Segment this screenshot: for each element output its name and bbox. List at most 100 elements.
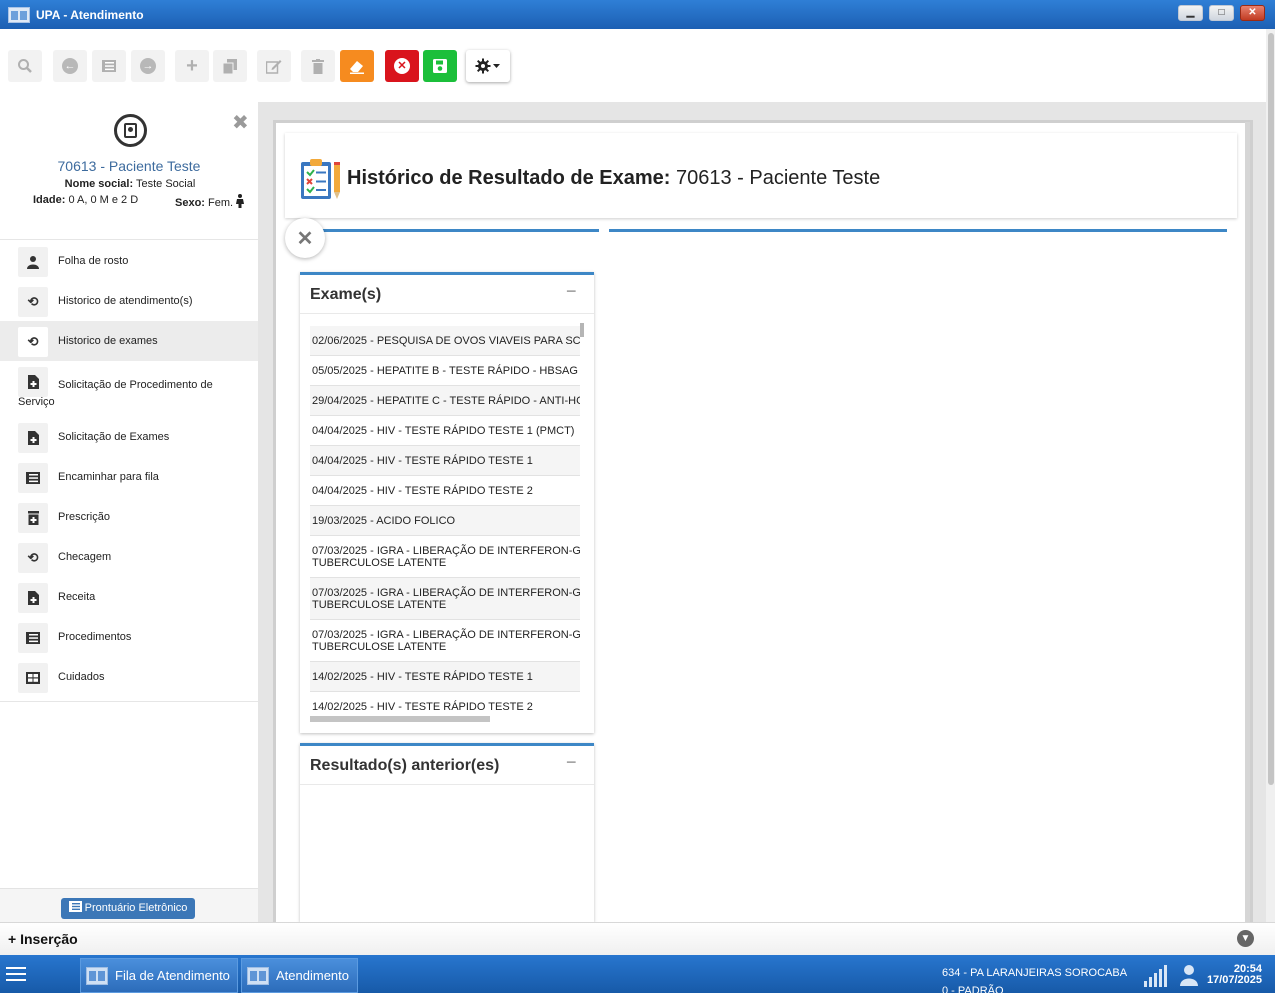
save-button[interactable]: [423, 50, 457, 82]
list-icon: [102, 60, 116, 72]
insertion-bar: + Inserção ▼: [0, 922, 1275, 955]
search-button[interactable]: [8, 50, 42, 82]
file-plus-icon: [18, 367, 48, 397]
list-item[interactable]: 02/06/2025 - PESQUISA DE OVOS VIAVEIS PA…: [310, 326, 580, 356]
list-item[interactable]: 29/04/2025 - HEPATITE C - TESTE RÁPIDO -…: [310, 386, 580, 416]
close-window-button[interactable]: ✕: [1240, 5, 1265, 21]
plus-icon: +: [8, 931, 17, 947]
list-icon: [18, 463, 48, 493]
file-plus-icon: [18, 583, 48, 613]
chevron-down-icon[interactable]: ▼: [1237, 930, 1254, 947]
edit-button[interactable]: [257, 50, 291, 82]
user-icon[interactable]: [1180, 964, 1198, 986]
previous-button[interactable]: ←: [53, 50, 87, 82]
list-item[interactable]: 07/03/2025 - IGRA - LIBERAÇÃO DE INTERFE…: [310, 578, 580, 620]
exam-list[interactable]: 02/06/2025 - PESQUISA DE OVOS VIAVEIS PA…: [310, 326, 580, 716]
window-icon: [86, 966, 108, 985]
patient-sex: Sexo: Fem.: [175, 194, 245, 209]
maximize-button[interactable]: □: [1209, 5, 1234, 21]
sidebar-item-solicitacao-procedimento[interactable]: Solicitação de Procedimento de Serviço: [0, 361, 258, 417]
sidebar-item-receita[interactable]: Receita: [0, 577, 258, 617]
app-icon: [8, 6, 30, 23]
frame-scrollbar[interactable]: [1245, 122, 1250, 922]
clipboard-checklist-icon: [301, 159, 340, 199]
sidebar-menu: Folha de rosto ⟲ Historico de atendiment…: [0, 241, 258, 697]
list-item[interactable]: 07/03/2025 - IGRA - LIBERAÇÃO DE INTERFE…: [310, 620, 580, 662]
sidebar-item-historico-atendimentos[interactable]: ⟲ Historico de atendimento(s): [0, 281, 258, 321]
task-atendimento[interactable]: Atendimento: [241, 958, 358, 993]
close-icon: ✕: [296, 227, 314, 250]
eraser-icon: [350, 60, 364, 74]
close-panel-button[interactable]: ✕: [285, 218, 325, 258]
delete-button[interactable]: [301, 50, 335, 82]
list-button[interactable]: [92, 50, 126, 82]
list-item[interactable]: 05/05/2025 - HEPATITE B - TESTE RÁPIDO -…: [310, 356, 580, 386]
sidebar-item-folha-de-rosto[interactable]: Folha de rosto: [0, 241, 258, 281]
clear-button[interactable]: [340, 50, 374, 82]
sidebar: ✖ 70613 - Paciente Teste Nome social: Te…: [0, 102, 258, 922]
arrow-left-icon: ←: [62, 58, 78, 74]
settings-button[interactable]: [466, 50, 510, 82]
window-titlebar: UPA - Atendimento ▁ □ ✕: [0, 0, 1275, 29]
previous-results-box: Resultado(s) anterior(es) −: [300, 743, 594, 922]
list-item[interactable]: 04/04/2025 - HIV - TESTE RÁPIDO TESTE 1 …: [310, 416, 580, 446]
next-button[interactable]: →: [131, 50, 165, 82]
list-item[interactable]: 07/03/2025 - IGRA - LIBERAÇÃO DE INTERFE…: [310, 536, 580, 578]
exams-box: Exame(s) − 02/06/2025 - PESQUISA DE OVOS…: [300, 272, 594, 733]
page-scrollbar-thumb[interactable]: [1268, 33, 1274, 785]
window-icon: [247, 966, 269, 985]
female-icon: [236, 194, 245, 208]
hamburger-menu-icon[interactable]: [6, 967, 26, 985]
list-item[interactable]: 14/02/2025 - HIV - TESTE RÁPIDO TESTE 1: [310, 662, 580, 692]
list-item[interactable]: 19/03/2025 - ACIDO FOLICO: [310, 506, 580, 536]
sidebar-item-historico-exames[interactable]: ⟲ Historico de exames: [0, 321, 258, 361]
table-icon: [18, 663, 48, 693]
signal-icon: [1144, 965, 1167, 987]
cancel-button[interactable]: ✕: [385, 50, 419, 82]
collapse-exams-icon[interactable]: −: [566, 281, 577, 302]
list-item[interactable]: 04/04/2025 - HIV - TESTE RÁPIDO TESTE 2: [310, 476, 580, 506]
close-sidebar-icon[interactable]: ✖: [232, 110, 249, 135]
patient-name: 70613 - Paciente Teste: [57, 158, 201, 174]
copy-icon: [223, 58, 237, 74]
plus-icon: +: [186, 54, 198, 77]
history-icon: ⟲: [18, 287, 48, 317]
task-fila-atendimento[interactable]: Fila de Atendimento: [80, 958, 238, 993]
list-item[interactable]: 04/04/2025 - HIV - TESTE RÁPIDO TESTE 1: [310, 446, 580, 476]
previous-results-title: Resultado(s) anterior(es): [310, 757, 500, 774]
cancel-icon: ✕: [394, 58, 410, 74]
page-header: Histórico de Resultado de Exame: 70613 -…: [285, 133, 1237, 218]
arrow-right-icon: →: [140, 58, 156, 74]
add-button[interactable]: +: [175, 50, 209, 82]
toolbar: ← → + ✕: [0, 29, 1275, 102]
list-icon: [68, 901, 82, 912]
exams-title: Exame(s): [310, 286, 382, 303]
taskbar: Fila de Atendimento Atendimento 634 - PA…: [0, 955, 1275, 997]
edit-icon: [266, 59, 282, 74]
exam-result-panel: [609, 229, 1227, 922]
contact-card-icon: [124, 123, 137, 138]
copy-button[interactable]: [213, 50, 247, 82]
exam-list-vscroll[interactable]: [580, 323, 584, 337]
sidebar-item-checagem[interactable]: ⟲ Checagem: [0, 537, 258, 577]
list-item[interactable]: 14/02/2025 - HIV - TESTE RÁPIDO TESTE 2: [310, 692, 580, 716]
sidebar-item-encaminhar-fila[interactable]: Encaminhar para fila: [0, 457, 258, 497]
history-icon: ⟲: [18, 543, 48, 573]
exam-list-hscroll[interactable]: [310, 716, 490, 722]
minimize-button[interactable]: ▁: [1178, 5, 1203, 21]
sidebar-item-solicitacao-exames[interactable]: Solicitação de Exames: [0, 417, 258, 457]
prontuario-button[interactable]: Prontuário Eletrônico: [61, 898, 195, 919]
sidebar-item-procedimentos[interactable]: Procedimentos: [0, 617, 258, 657]
file-plus-icon: [18, 423, 48, 453]
trash-icon: [312, 58, 324, 74]
search-icon: [18, 59, 32, 73]
sidebar-item-cuidados[interactable]: Cuidados: [0, 657, 258, 697]
sidebar-item-prescricao[interactable]: Prescrição: [0, 497, 258, 537]
page-title: Histórico de Resultado de Exame: 70613 -…: [347, 167, 881, 189]
history-icon: ⟲: [18, 327, 48, 357]
gear-icon: [475, 58, 500, 74]
list-icon: [18, 623, 48, 653]
sidebar-footer: Prontuário Eletrônico: [0, 888, 258, 922]
collapse-results-icon[interactable]: −: [566, 752, 577, 773]
insertion-toggle[interactable]: + Inserção: [8, 931, 78, 947]
